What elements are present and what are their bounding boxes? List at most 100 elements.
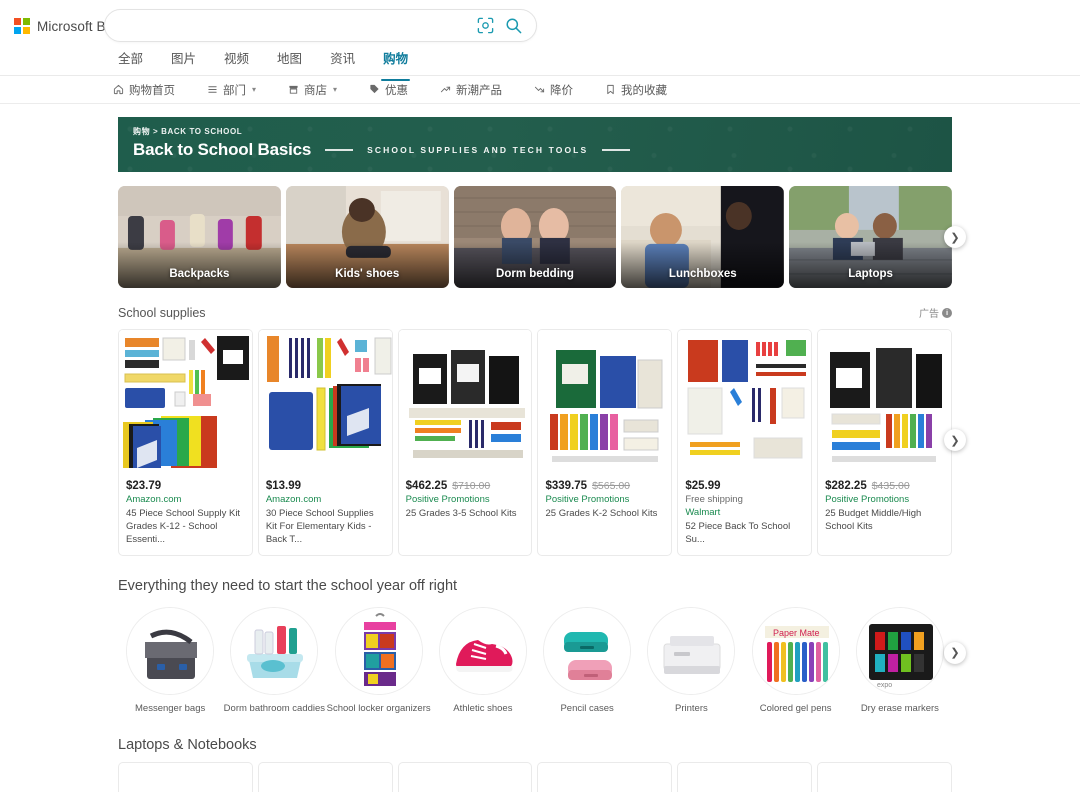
round-category-colored-gel-pens[interactable]: Paper Mate Colored gel pens <box>744 606 848 715</box>
tab-images[interactable]: 图片 <box>157 49 210 76</box>
page-title: Back to School Basics <box>133 140 312 159</box>
laptops-section-title: Laptops & Notebooks <box>118 736 257 753</box>
subnav-label: 优惠 <box>385 84 409 97</box>
subnav-item-stores[interactable]: 商店 ▾ <box>288 82 350 98</box>
tab-maps[interactable]: 地图 <box>263 49 316 76</box>
supply-kit-image <box>119 330 252 474</box>
round-thumb <box>647 606 736 695</box>
round-thumb <box>543 606 632 695</box>
everything-next-arrow[interactable]: ❯ <box>944 641 966 664</box>
laptop-card-placeholder[interactable] <box>118 761 253 792</box>
ads-label[interactable]: 广告 i <box>919 305 952 320</box>
budget-school-kit-image <box>818 330 951 474</box>
product-price: $23.79 <box>126 480 162 492</box>
subnav-item-departments[interactable]: 部门 ▾ <box>207 82 269 98</box>
subnav-item-my-saves[interactable]: 我的收藏 <box>605 82 680 98</box>
round-category-pencil-cases[interactable]: Pencil cases <box>535 606 639 715</box>
product-card[interactable]: $282.25 $435.00 Positive Promotions 25 B… <box>817 329 952 556</box>
product-merchant: Amazon.com <box>126 494 182 505</box>
subnav-item-shopping-home[interactable]: 购物首页 <box>113 82 188 98</box>
product-description: 45 Piece School Supply Kit Grades K-12 -… <box>126 508 241 545</box>
product-info: $462.25 $710.00 Positive Promotions 25 G… <box>399 474 532 529</box>
product-shipping: Free shipping <box>685 494 743 505</box>
subnav-item-price-drops[interactable]: 降价 <box>534 82 586 98</box>
laptops-section-header: Laptops & Notebooks <box>118 737 952 753</box>
school-supplies-header: School supplies 广告 i <box>118 305 952 320</box>
ads-text: 广告 <box>919 309 939 320</box>
bookmark-icon <box>607 84 614 95</box>
banner-subtitle: SCHOOL SUPPLIES AND TECH TOOLS <box>367 145 589 155</box>
round-category-dry-erase-markers[interactable]: expo Dry erase markers <box>848 606 952 715</box>
round-category-dorm-bathroom-caddies[interactable]: Dorm bathroom caddies <box>222 606 326 715</box>
school-kit-image <box>538 330 672 474</box>
round-label: Dry erase markers <box>860 702 939 714</box>
round-thumb <box>126 606 215 695</box>
category-tile-lunchboxes[interactable]: Lunchboxes <box>621 186 785 288</box>
everything-section-header: Everything they need to start the school… <box>118 578 952 594</box>
category-tile-dorm-bedding[interactable]: Dorm bedding <box>453 186 617 288</box>
round-thumb <box>230 606 319 695</box>
search-bar[interactable] <box>104 9 537 42</box>
product-card[interactable]: $462.25 $710.00 Positive Promotions 25 G… <box>397 329 533 556</box>
tab-all[interactable]: 全部 <box>104 49 157 76</box>
round-label: Colored gel pens <box>759 702 832 714</box>
subnav-label: 商店 <box>304 84 328 97</box>
info-icon[interactable]: i <box>942 307 952 318</box>
magnifier-icon[interactable] <box>504 16 523 35</box>
category-tile-laptops[interactable]: Laptops <box>789 186 952 288</box>
round-category-messenger-bags[interactable]: Messenger bags <box>118 606 222 715</box>
product-image <box>119 330 252 474</box>
category-tile-carousel: Backpacks Kids' shoes Dorm bedding Lunch… <box>118 186 966 288</box>
laptop-card-placeholder[interactable] <box>817 761 952 792</box>
round-label: Dorm bathroom caddies <box>223 702 326 714</box>
tab-shopping[interactable]: 购物 <box>369 49 422 81</box>
round-category-printers[interactable]: Printers <box>639 606 743 715</box>
product-card[interactable]: $339.75 $565.00 Positive Promotions 25 G… <box>537 329 673 556</box>
laptop-card-placeholder[interactable] <box>397 761 533 792</box>
trending-up-icon <box>440 86 451 93</box>
school-kit-image <box>398 330 532 474</box>
laptop-card-placeholder[interactable] <box>537 761 673 792</box>
round-thumb: Paper Mate <box>751 606 840 695</box>
category-tile-kids-shoes[interactable]: Kids' shoes <box>285 186 449 288</box>
subnav-label: 部门 <box>223 84 246 97</box>
tab-news[interactable]: 资讯 <box>316 49 369 76</box>
subnav-item-deals[interactable]: 优惠 <box>369 82 421 98</box>
products-next-arrow[interactable]: ❯ <box>944 429 966 451</box>
messenger-bag-icon <box>127 607 214 694</box>
tile-label: Backpacks <box>169 268 230 280</box>
round-category-athletic-shoes[interactable]: Athletic shoes <box>431 606 535 715</box>
round-label: Pencil cases <box>560 702 614 714</box>
search-vertical-tabs: 全部 图片 视频 地图 资讯 购物 <box>104 49 422 81</box>
round-thumb <box>334 606 423 695</box>
product-card[interactable]: $13.99 Amazon.com 30 Piece School Suppli… <box>257 329 393 556</box>
everything-category-carousel: Messenger bags Dorm bathroom caddies Sch… <box>118 606 966 715</box>
round-label: Printers <box>675 702 708 714</box>
product-card[interactable]: $23.79 Amazon.com 45 Piece School Supply… <box>118 329 253 556</box>
product-description: 52 Piece Back To School Su... <box>685 521 791 545</box>
subnav-item-trending[interactable]: 新潮产品 <box>440 82 515 98</box>
tile-label: Laptops <box>848 268 893 280</box>
dry-erase-markers-icon: expo <box>856 607 943 694</box>
section-title: School supplies <box>118 306 206 320</box>
tile-shade <box>621 242 785 288</box>
camera-lens-icon[interactable] <box>476 16 495 35</box>
product-price: $339.75 <box>545 480 588 492</box>
laptop-card-placeholder[interactable] <box>257 761 393 792</box>
product-card[interactable]: $25.99 Free shipping Walmart 52 Piece Ba… <box>677 329 813 556</box>
tab-videos[interactable]: 视频 <box>210 49 263 76</box>
bathroom-caddy-icon <box>231 607 318 694</box>
product-merchant: Positive Promotions <box>405 494 490 505</box>
athletic-shoe-icon <box>439 607 526 694</box>
subnav-label: 购物首页 <box>129 84 175 97</box>
home-icon <box>113 84 124 95</box>
laptop-card-placeholder[interactable] <box>677 761 813 792</box>
search-input[interactable] <box>105 18 476 33</box>
tile-shade <box>118 242 281 288</box>
page-header: Microsoft Bing 全部 图片 视频 地图 资讯 购物 <box>0 0 1080 81</box>
round-thumb <box>438 606 527 695</box>
tiles-next-arrow[interactable]: ❯ <box>944 226 966 248</box>
category-tile-backpacks[interactable]: Backpacks <box>118 186 281 288</box>
round-category-school-locker-organizers[interactable]: School locker organizers <box>327 606 431 715</box>
microsoft-logo-icon <box>14 18 30 34</box>
